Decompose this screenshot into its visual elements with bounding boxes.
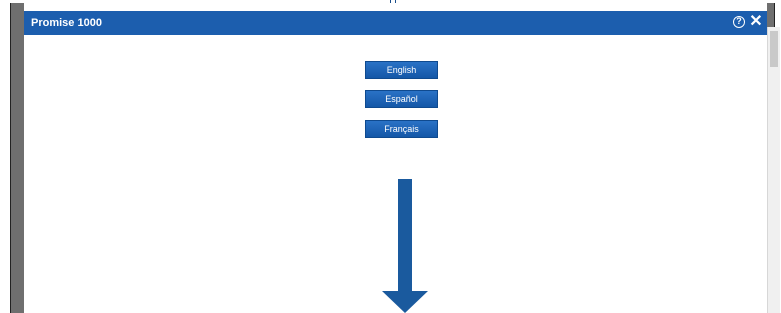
- vertical-scrollbar[interactable]: [767, 27, 780, 313]
- english-button[interactable]: English: [365, 61, 438, 79]
- down-arrow-icon: [382, 179, 428, 313]
- espanol-button[interactable]: Español: [365, 90, 438, 108]
- dialog-titlebar: Promise 1000 ? ✕: [24, 11, 767, 35]
- close-icon[interactable]: ✕: [749, 14, 763, 30]
- modal-overlay: Promise 1000 ? ✕ English Español Françai…: [10, 3, 780, 313]
- scrollbar-thumb[interactable]: [770, 31, 778, 67]
- francais-button[interactable]: Français: [365, 120, 438, 138]
- help-icon[interactable]: ?: [733, 16, 745, 28]
- dialog-title: Promise 1000: [31, 17, 102, 29]
- language-dialog: Promise 1000 ? ✕ English Español Françai…: [24, 3, 767, 313]
- dialog-content: English Español Français: [24, 35, 767, 313]
